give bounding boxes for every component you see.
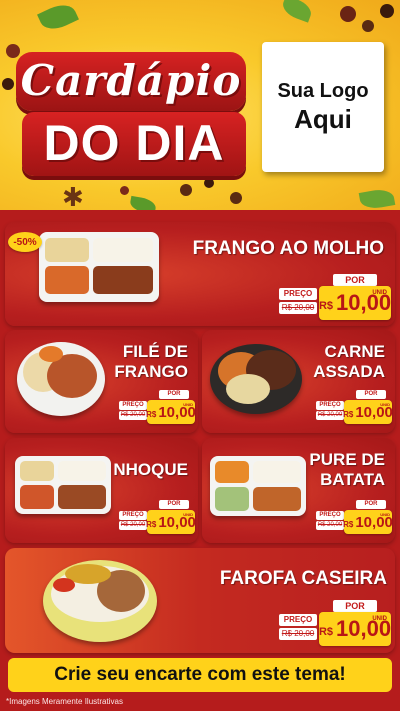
logo-placeholder[interactable]: Sua Logo Aqui (262, 42, 384, 172)
price-tag: POR PREÇO R$ 20,00 R$ 10,00 UNID (314, 390, 394, 426)
menu-title: Cardápio DO DIA (16, 52, 246, 180)
star-anise-icon: ✱ (62, 182, 84, 210)
logo-text-line2: Aqui (294, 104, 352, 134)
logo-text-line1: Sua Logo (277, 80, 369, 102)
current-price: R$ 10,00 UNID (319, 286, 391, 320)
item-name: FAROFA CASEIRA (219, 568, 387, 589)
food-tray-image (210, 456, 306, 516)
por-label: POR (159, 390, 189, 399)
currency-symbol: R$ (343, 519, 354, 529)
item-name-line1: CARNE (324, 342, 385, 361)
unit-label: UNID (380, 402, 390, 407)
por-label: POR (356, 500, 386, 509)
item-name: NHOQUE (113, 460, 188, 479)
food-tray-image (39, 232, 159, 302)
peppercorn-icon (180, 184, 192, 196)
unit-label: UNID (380, 512, 390, 517)
current-price: R$ 10,00 UNID (319, 612, 391, 646)
item-name-line2: BATATA (320, 470, 385, 489)
food-plate-image (17, 342, 105, 416)
peppercorn-icon (230, 192, 242, 204)
peppercorn-icon (340, 6, 356, 22)
item-name-line2: ASSADA (313, 362, 385, 381)
unit-label: UNID (183, 512, 193, 517)
preco-label: PREÇO (279, 614, 317, 626)
por-label: POR (333, 274, 377, 286)
unit-label: UNID (372, 616, 387, 622)
currency-symbol: R$ (146, 519, 157, 529)
disclaimer-text: *Imagens Meramente Ilustrativas (6, 697, 123, 706)
leaf-icon (128, 195, 158, 210)
current-price: R$ 10,00 UNID (146, 510, 196, 534)
menu-item-farofa-caseira[interactable]: FAROFA CASEIRA POR PREÇO R$ 20,00 R$ 10,… (5, 548, 395, 653)
title-do-dia: DO DIA (22, 112, 246, 176)
unit-label: UNID (183, 402, 193, 407)
menu-item-carne-assada[interactable]: CARNE ASSADA POR PREÇO R$ 20,00 R$ 10,00… (202, 330, 395, 433)
item-name-line2: FRANGO (114, 362, 188, 381)
item-name-line1: FILÉ DE (122, 342, 188, 361)
peppercorn-icon (120, 186, 129, 195)
current-price: R$ 10,00 UNID (146, 400, 196, 424)
price-tag: POR PREÇO R$ 20,00 R$ 10,00 UNID (314, 500, 394, 536)
food-tray-image (15, 456, 111, 514)
menu-item-nhoque[interactable]: NHOQUE POR PREÇO R$ 20,00 R$ 10,00 UNID (5, 438, 198, 543)
current-price: R$ 10,00 UNID (343, 510, 393, 534)
old-price: R$ 20,00 (119, 411, 147, 420)
currency-symbol: R$ (146, 409, 157, 419)
por-label: POR (333, 600, 377, 612)
current-price: R$ 10,00 UNID (343, 400, 393, 424)
currency-symbol: R$ (318, 300, 333, 312)
price-tag: POR PREÇO R$ 20,00 R$ 10,00 UNID (275, 600, 393, 648)
old-price: R$ 20,00 (316, 411, 344, 420)
price-tag: POR PREÇO R$ 20,00 R$ 10,00 UNID (275, 274, 393, 322)
food-bowl-image (43, 560, 157, 642)
old-price: R$ 20,00 (279, 628, 317, 640)
currency-symbol: R$ (343, 409, 354, 419)
preco-label: PREÇO (316, 511, 344, 520)
discount-badge: -50% (8, 232, 42, 252)
old-price: R$ 20,00 (316, 521, 344, 530)
price-tag: POR PREÇO R$ 20,00 R$ 10,00 UNID (117, 390, 197, 426)
old-price: R$ 20,00 (119, 521, 147, 530)
preco-label: PREÇO (316, 401, 344, 410)
preco-label: PREÇO (119, 511, 147, 520)
leaf-icon (37, 0, 79, 35)
old-price: R$ 20,00 (279, 302, 317, 314)
preco-label: PREÇO (279, 288, 317, 300)
item-name: FRANGO AO MOLHO (192, 238, 384, 259)
menu-item-frango-ao-molho[interactable]: FRANGO AO MOLHO POR PREÇO R$ 20,00 R$ 10… (5, 222, 395, 326)
menu-item-file-de-frango[interactable]: FILÉ DE FRANGO POR PREÇO R$ 20,00 R$ 10,… (5, 330, 198, 433)
preco-label: PREÇO (119, 401, 147, 410)
menu-item-pure-de-batata[interactable]: PURE DE BATATA POR PREÇO R$ 20,00 R$ 10,… (202, 438, 395, 543)
peppercorn-icon (362, 20, 374, 32)
currency-symbol: R$ (318, 626, 333, 638)
por-label: POR (159, 500, 189, 509)
leaf-icon (358, 187, 396, 210)
unit-label: UNID (372, 290, 387, 296)
cta-banner[interactable]: Crie seu encarte com este tema! (8, 658, 392, 692)
item-name-line1: PURE DE (309, 450, 385, 469)
header-banner: ✱ Cardápio DO DIA Sua Logo Aqui (0, 0, 400, 210)
por-label: POR (356, 390, 386, 399)
price-tag: POR PREÇO R$ 20,00 R$ 10,00 UNID (117, 500, 197, 536)
peppercorn-icon (2, 78, 14, 90)
food-bowl-image (210, 344, 302, 414)
peppercorn-icon (380, 4, 394, 18)
leaf-icon (279, 0, 315, 23)
title-cardapio: Cardápio (16, 52, 246, 111)
